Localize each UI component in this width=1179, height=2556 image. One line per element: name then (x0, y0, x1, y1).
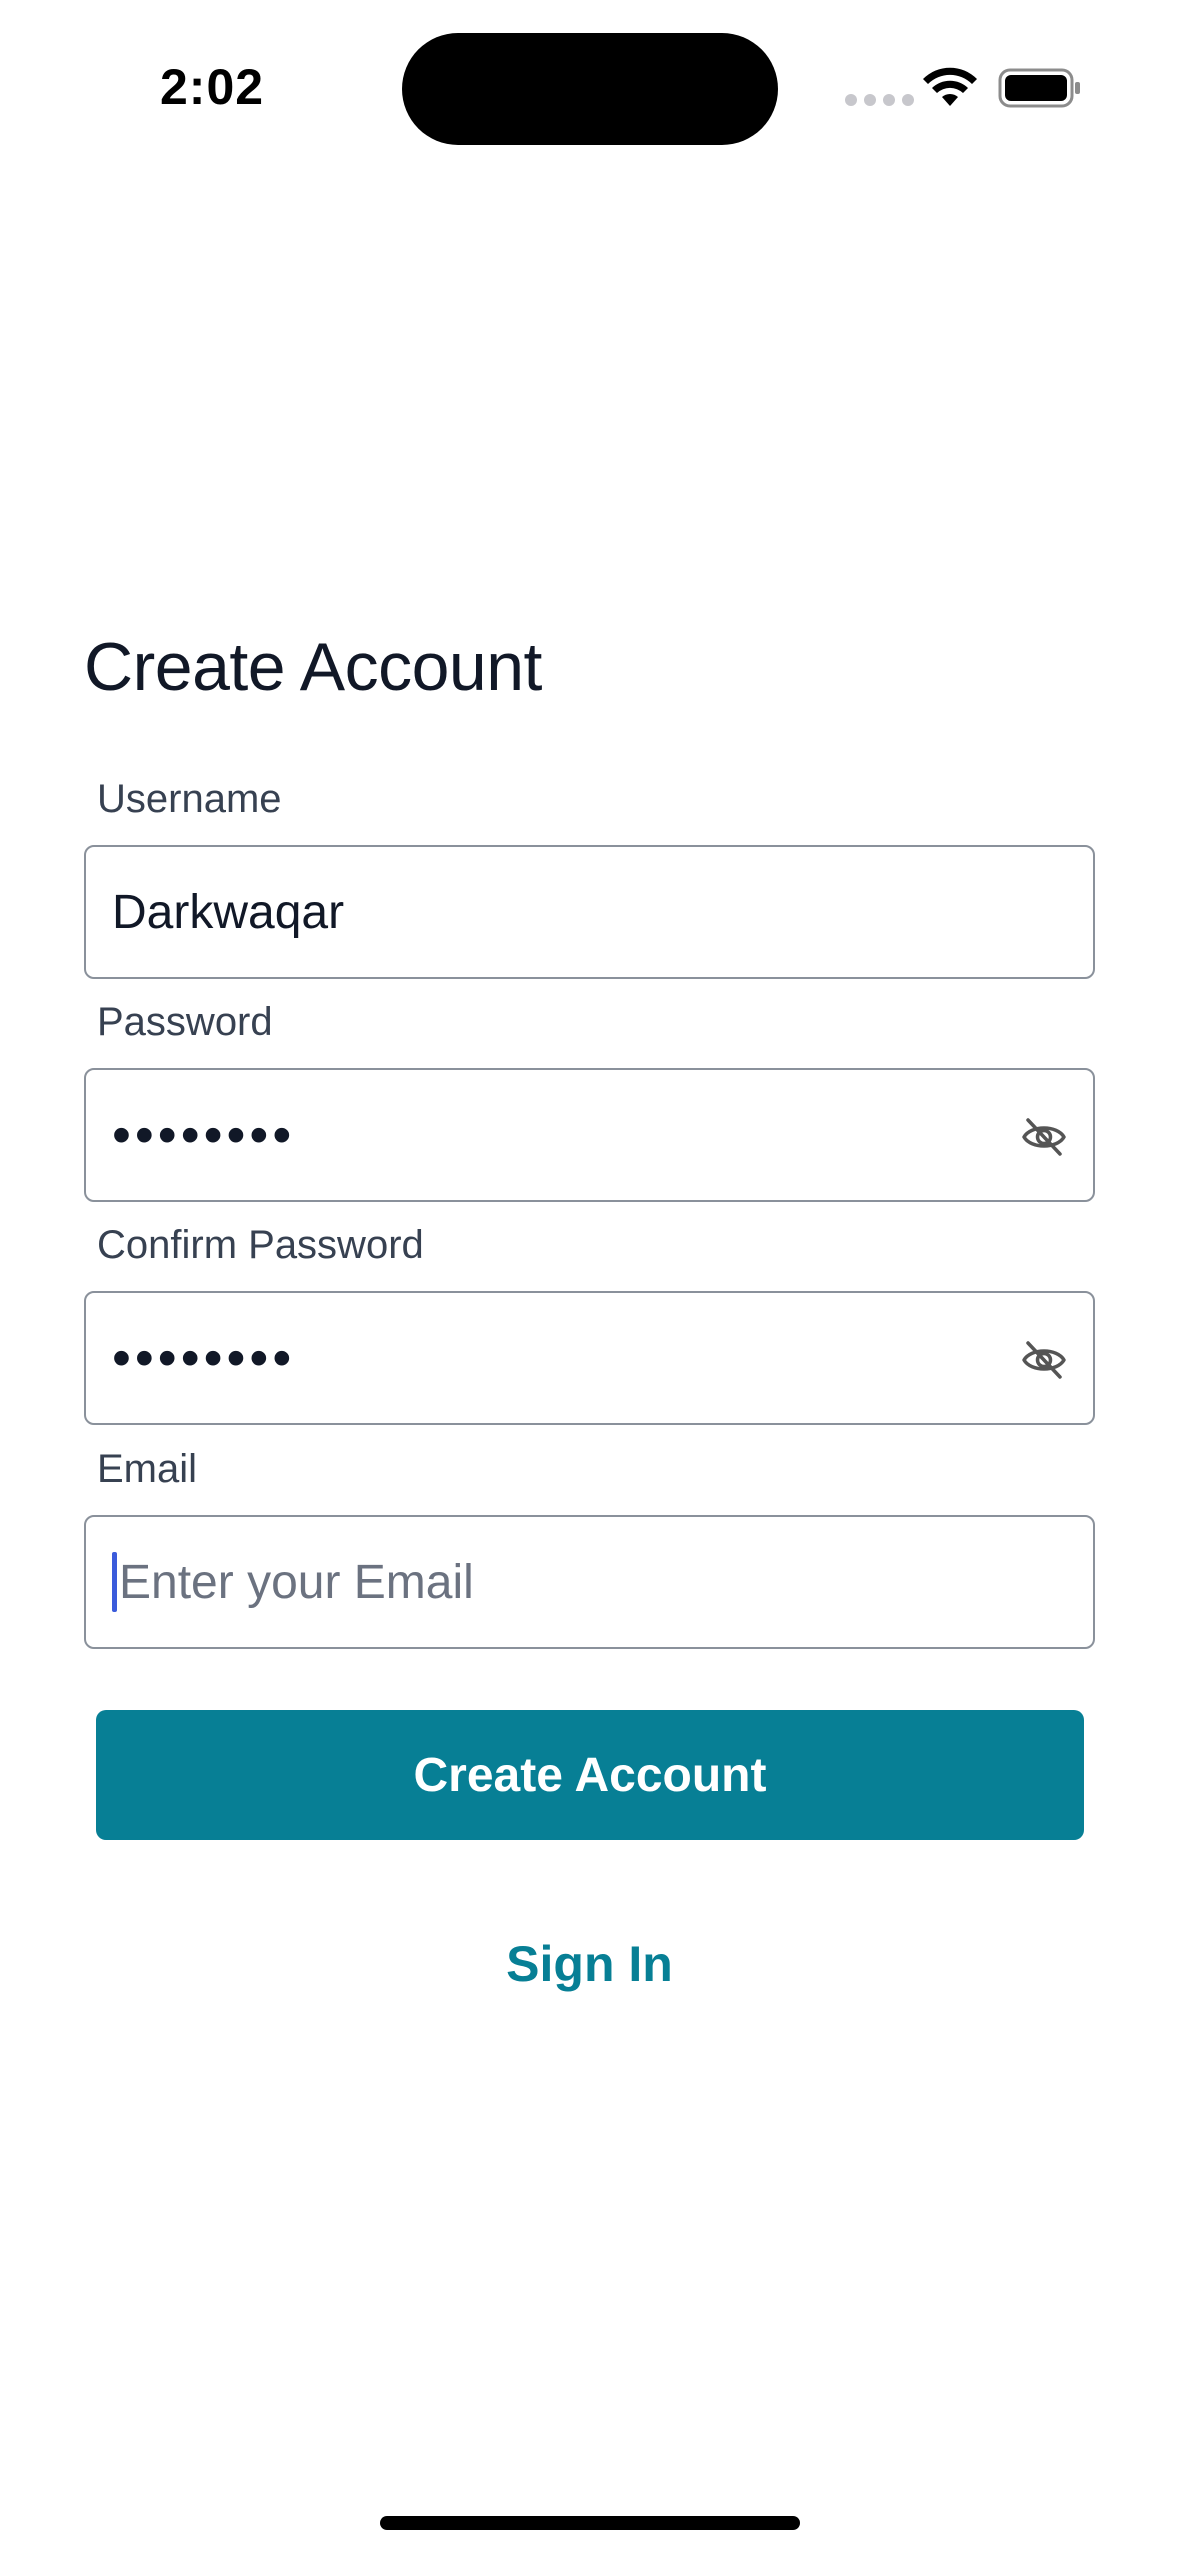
wifi-icon (923, 67, 977, 106)
password-field[interactable]: •••••••• (84, 1068, 1095, 1202)
email-field[interactable]: Enter your Email (84, 1515, 1095, 1649)
confirm-password-field[interactable]: •••••••• (84, 1291, 1095, 1425)
confirm-password-label: Confirm Password (97, 1223, 424, 1267)
dynamic-island (402, 33, 778, 145)
email-placeholder: Enter your Email (119, 1555, 474, 1609)
email-label: Email (97, 1447, 198, 1491)
eye-off-icon[interactable] (1021, 1116, 1067, 1158)
username-field[interactable]: Darkwaqar (84, 845, 1095, 979)
status-time: 2:02 (160, 59, 265, 115)
password-label: Password (97, 1000, 273, 1044)
cellular-signal-icon (845, 94, 914, 106)
text-cursor (112, 1552, 117, 1612)
confirm-password-value: •••••••• (112, 1328, 296, 1388)
battery-icon (998, 68, 1080, 108)
eye-off-icon[interactable] (1021, 1339, 1067, 1381)
home-indicator[interactable] (380, 2516, 800, 2530)
create-account-button[interactable]: Create Account (96, 1710, 1084, 1840)
username-label: Username (97, 777, 282, 821)
password-value: •••••••• (112, 1105, 296, 1165)
create-account-screen: 2:02 Create Account Username Darkwaqar P… (0, 0, 1179, 2556)
page-title: Create Account (84, 629, 542, 705)
username-value: Darkwaqar (112, 885, 345, 939)
sign-in-link[interactable]: Sign In (0, 1935, 1179, 1993)
